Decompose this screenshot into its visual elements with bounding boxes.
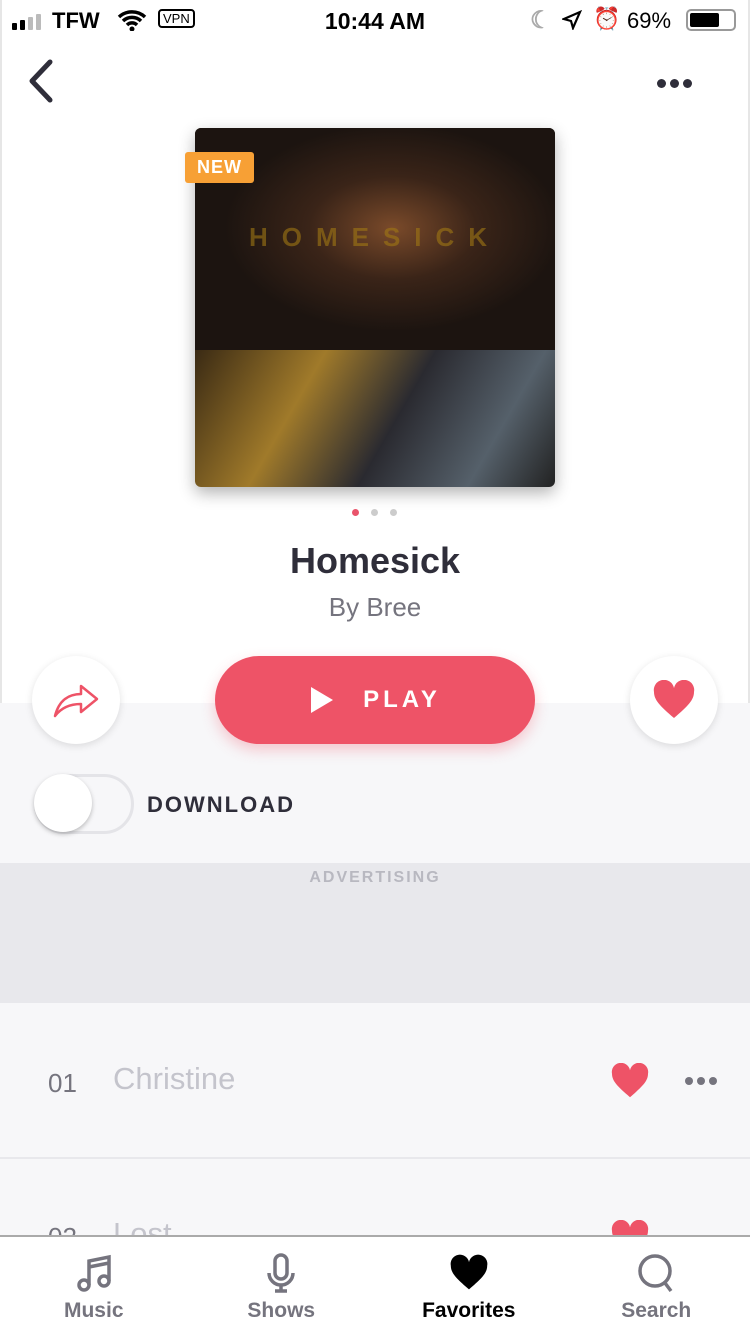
track-row[interactable]: 01 Christine [0,1003,750,1159]
more-icon[interactable] [657,79,692,88]
share-icon [53,684,99,718]
status-bar: TFW VPN 10:44 AM ☾ ⏰ 69% [0,0,750,40]
favorite-button[interactable] [630,656,718,744]
back-icon[interactable] [26,58,56,104]
share-button[interactable] [32,656,120,744]
location-icon [562,10,582,30]
microphone-icon [267,1253,295,1293]
new-badge: NEW [185,152,254,183]
tab-label: Shows [247,1299,316,1322]
track-more-icon[interactable] [685,1077,717,1085]
battery-percent: 69% [627,8,672,33]
download-label: DOWNLOAD [147,792,295,817]
track-number: 01 [48,1068,77,1098]
play-button[interactable]: PLAY [215,656,535,744]
tab-music[interactable]: Music [0,1237,188,1334]
tab-label: Search [621,1299,692,1322]
battery-icon [686,9,736,31]
music-note-icon [77,1254,111,1292]
tab-label: Favorites [422,1299,516,1322]
tab-shows[interactable]: Shows [188,1237,376,1334]
download-toggle-knob[interactable] [34,774,92,832]
play-icon [311,687,334,713]
moon-icon: ☾ [530,7,552,34]
search-icon [638,1254,673,1293]
album-title: Homesick [289,540,461,581]
heart-icon [653,680,695,718]
heart-icon [450,1254,488,1290]
alarm-icon: ⏰ [593,6,621,31]
advertising-label: ADVERTISING [309,869,441,886]
tab-label: Music [63,1299,124,1322]
album-artist[interactable]: By Bree [0,592,750,623]
tab-bar: Music Shows Favorites Search [0,1235,750,1334]
tab-search[interactable]: Search [563,1237,750,1334]
page-indicator[interactable] [352,509,397,516]
heart-icon[interactable] [610,1063,650,1099]
track-title: Christine [113,1061,236,1096]
tab-favorites[interactable]: Favorites [375,1237,563,1334]
album-art-text: HOMESICK [248,222,502,252]
play-label: PLAY [363,686,441,713]
